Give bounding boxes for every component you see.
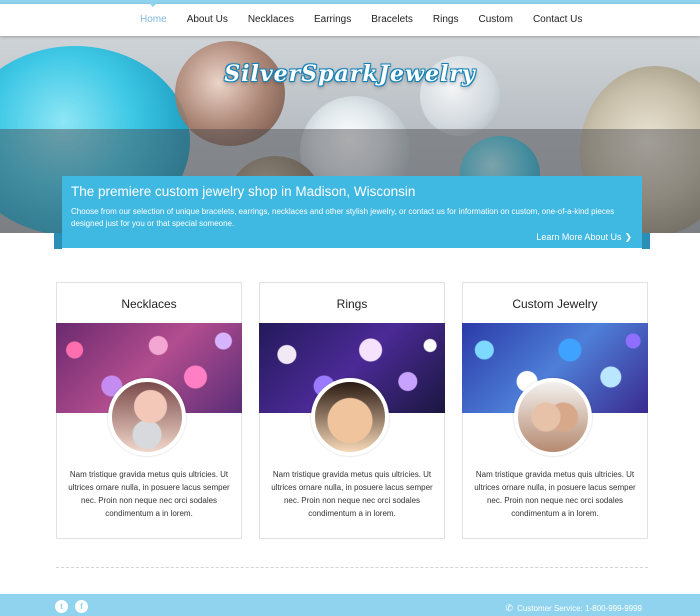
learn-more-label: Learn More About Us [536, 232, 622, 242]
nav-rings[interactable]: Rings [423, 4, 469, 36]
phone-icon: ✆ [505, 603, 514, 613]
ribbon-fold-left [54, 233, 62, 249]
card-title: Necklaces [121, 297, 177, 311]
chevron-right-icon: ❯ [624, 232, 632, 242]
nav-contact-us[interactable]: Contact Us [523, 4, 592, 36]
section-divider [56, 567, 648, 568]
facebook-icon[interactable]: f [75, 600, 88, 613]
nav-necklaces[interactable]: Necklaces [238, 4, 304, 36]
learn-more-link[interactable]: Learn More About Us ❯ [536, 232, 632, 243]
card-rings[interactable]: Rings Nam tristique gravida metus quis u… [259, 282, 445, 539]
nav-bracelets[interactable]: Bracelets [361, 4, 423, 36]
site-logo[interactable]: SilverSparkJewelry [0, 61, 700, 87]
banner-description: Choose from our selection of unique brac… [71, 207, 615, 228]
nav-about-us[interactable]: About Us [177, 4, 238, 36]
twitter-icon[interactable]: t [55, 600, 68, 613]
nav-home[interactable]: Home [130, 3, 177, 36]
card-description: Nam tristique gravida metus quis ultrici… [474, 470, 636, 518]
card-description: Nam tristique gravida metus quis ultrici… [271, 470, 433, 518]
card-description: Nam tristique gravida metus quis ultrici… [68, 470, 230, 518]
card-custom-jewelry[interactable]: Custom Jewelry Nam tristique gravida met… [462, 282, 648, 539]
necklace-model-photo [108, 378, 186, 456]
card-title: Custom Jewelry [512, 297, 598, 311]
nav-earrings[interactable]: Earrings [304, 4, 361, 36]
customer-service: ✆ Customer Service: 1-800-999-9999 [506, 603, 643, 614]
bracelet-model-photo [514, 378, 592, 456]
customer-service-text: Customer Service: 1-800-999-9999 [517, 604, 642, 613]
nav-custom[interactable]: Custom [468, 4, 522, 36]
logo-text: SilverSparkJewelry [224, 61, 476, 87]
footer: t f ✆ Customer Service: 1-800-999-9999 [0, 594, 700, 616]
main-nav: Home About Us Necklaces Earrings Bracele… [0, 3, 700, 36]
ring-model-photo [311, 378, 389, 456]
card-necklaces[interactable]: Necklaces Nam tristique gravida metus qu… [56, 282, 242, 539]
card-title: Rings [336, 297, 368, 311]
intro-banner: The premiere custom jewelry shop in Madi… [62, 176, 642, 248]
ribbon-fold-right [642, 233, 650, 249]
banner-headline: The premiere custom jewelry shop in Madi… [71, 184, 416, 199]
